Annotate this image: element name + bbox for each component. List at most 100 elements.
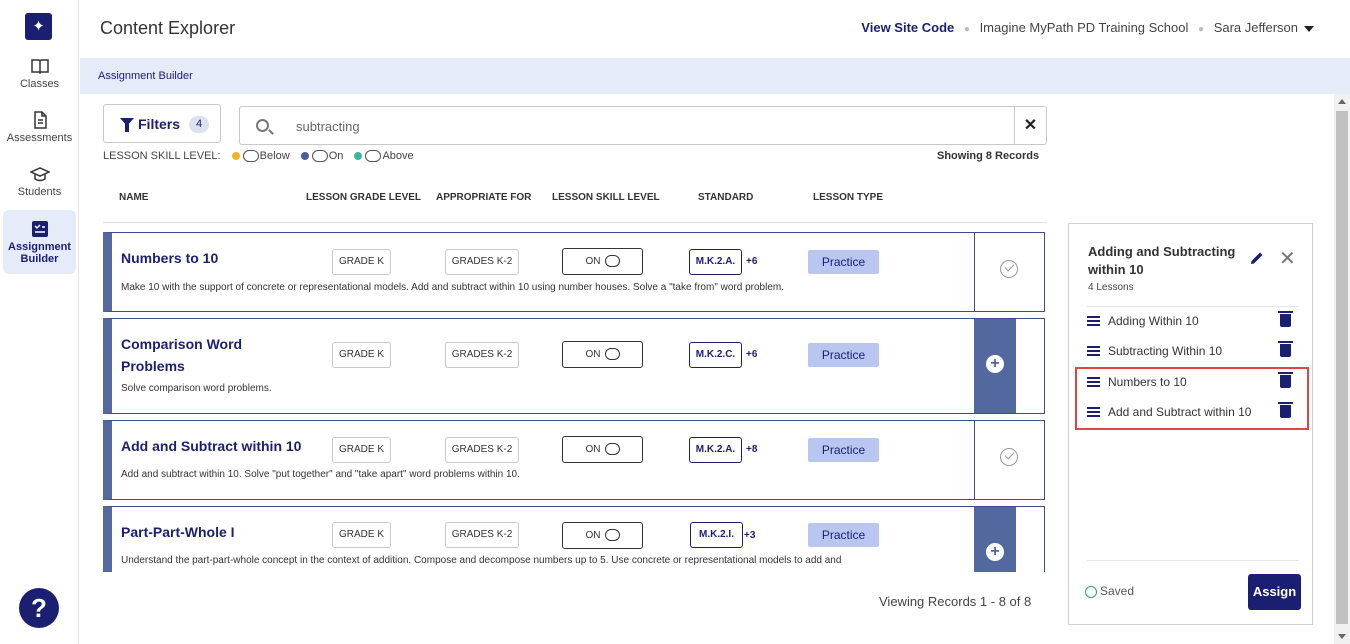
lesson-description: Add and subtract within 10. Solve "put t… <box>121 469 520 480</box>
saved-label: Saved <box>1100 584 1135 598</box>
lesson-name[interactable]: Numbers to 10 <box>121 247 218 269</box>
check-circle-icon <box>1000 260 1018 278</box>
column-header-name[interactable]: NAME <box>119 192 148 203</box>
column-header-type[interactable]: LESSON TYPE <box>813 192 883 203</box>
appropriate-chip: GRADES K-2 <box>445 437 519 463</box>
divider <box>103 222 1047 223</box>
sidebar: ✦ Classes Assessments Students Assignmen… <box>0 0 79 644</box>
lesson-card[interactable]: Add and Subtract within 10 GRADE K GRADE… <box>103 420 1045 500</box>
sidebar-item-classes[interactable]: Classes <box>3 57 76 95</box>
record-count: Showing 8 Records <box>937 150 1040 162</box>
below-dot <box>231 152 240 161</box>
standard-chip[interactable]: M.K.2.A. <box>689 249 742 275</box>
lesson-card[interactable]: Part-Part-Whole I GRADE K GRADES K-2 ON … <box>103 506 1045 572</box>
gauge-high-icon <box>365 150 382 163</box>
sidebar-item-label: Assessments <box>6 132 73 144</box>
lesson-name[interactable]: Add and Subtract within 10 <box>121 435 301 457</box>
appropriate-chip: GRADES K-2 <box>445 522 519 548</box>
close-icon[interactable]: ✕ <box>1279 246 1296 271</box>
drag-handle-icon[interactable] <box>1087 346 1100 356</box>
standard-chip[interactable]: M.K.2.A. <box>689 437 742 463</box>
legend-on: On <box>328 150 344 162</box>
lesson-type-badge: Practice <box>808 250 879 274</box>
search-box: ✕ <box>239 106 1047 145</box>
gauge-mid-icon <box>604 443 620 456</box>
more-standards[interactable]: +6 <box>746 349 757 360</box>
skill-label: ON <box>585 256 601 267</box>
lesson-name[interactable]: Comparison Word Problems <box>121 333 291 377</box>
check-circle-icon <box>1000 448 1018 466</box>
skill-label: ON <box>585 444 601 455</box>
header-links: View Site Code ● Imagine MyPath PD Train… <box>861 20 1314 35</box>
check-circle-icon <box>1085 585 1097 598</box>
sidebar-item-students[interactable]: Students <box>3 165 76 203</box>
breadcrumb: Assignment Builder <box>80 58 1350 94</box>
divider <box>1087 560 1299 561</box>
scrollbar-thumb[interactable] <box>1336 111 1348 624</box>
column-header-grade[interactable]: LESSON GRADE LEVEL <box>306 192 421 203</box>
user-name: Sara Jefferson <box>1213 20 1298 35</box>
sidebar-item-assessments[interactable]: Assessments <box>3 111 76 149</box>
filters-button[interactable]: Filters 4 <box>103 104 221 143</box>
graduation-cap-icon <box>29 167 50 182</box>
legend-below: Below <box>259 150 290 162</box>
saved-status: Saved <box>1085 584 1134 598</box>
lesson-description: Understand the part-part-whole concept i… <box>121 555 842 566</box>
added-indicator <box>974 421 1044 499</box>
grade-chip: GRADE K <box>332 437 391 463</box>
appropriate-chip: GRADES K-2 <box>445 249 519 275</box>
column-header-appropriate[interactable]: APPROPRIATE FOR <box>436 192 531 203</box>
add-lesson-button[interactable]: + <box>974 319 1016 413</box>
trash-icon[interactable] <box>1278 311 1293 327</box>
more-standards[interactable]: +3 <box>744 530 755 541</box>
lesson-name[interactable]: Part-Part-Whole I <box>121 521 235 543</box>
sidebar-item-label: Classes <box>19 78 60 90</box>
lesson-type-badge: Practice <box>808 438 879 462</box>
pagination-status: Viewing Records 1 - 8 of 8 <box>879 594 1032 609</box>
gauge-mid-icon <box>604 348 620 361</box>
list-item-label: Subtracting Within 10 <box>1108 344 1223 358</box>
assignment-panel: Adding and Subtracting within 10 4 Lesso… <box>1068 223 1313 625</box>
column-header-standard[interactable]: STANDARD <box>698 192 753 203</box>
trash-icon[interactable] <box>1278 341 1293 357</box>
lesson-type-badge: Practice <box>808 343 879 367</box>
column-header-skill[interactable]: LESSON SKILL LEVEL <box>552 192 660 203</box>
scroll-down-icon[interactable] <box>1338 634 1346 639</box>
pencil-icon[interactable] <box>1250 251 1264 265</box>
drag-handle-icon[interactable] <box>1087 316 1100 326</box>
standard-chip[interactable]: M.K.2.I. <box>690 522 743 548</box>
list-item[interactable]: Adding Within 10 <box>1087 306 1299 336</box>
search-icon <box>256 119 269 132</box>
lesson-description: Make 10 with the support of concrete or … <box>121 282 785 293</box>
assign-button[interactable]: Assign <box>1248 574 1301 610</box>
gauge-mid-icon <box>604 255 620 268</box>
grade-chip: GRADE K <box>332 249 391 275</box>
help-button[interactable]: ? <box>19 588 59 628</box>
separator-dot: ● <box>963 24 970 35</box>
view-site-code-link[interactable]: View Site Code <box>861 20 954 35</box>
more-standards[interactable]: +6 <box>746 256 757 267</box>
scroll-up-icon[interactable] <box>1338 99 1346 104</box>
skill-chip: ON <box>562 436 643 463</box>
clear-search-button[interactable]: ✕ <box>1014 107 1046 144</box>
header: Content Explorer View Site Code ● Imagin… <box>80 0 1350 58</box>
on-dot <box>300 152 309 161</box>
sidebar-item-assignment-builder[interactable]: Assignment Builder <box>3 210 76 274</box>
legend-above: Above <box>382 150 414 162</box>
plus-icon: + <box>986 543 1004 561</box>
list-item[interactable]: Subtracting Within 10 <box>1087 336 1299 366</box>
standard-chip[interactable]: M.K.2.C. <box>689 342 742 368</box>
search-input[interactable] <box>296 116 996 136</box>
user-menu[interactable]: Sara Jefferson <box>1214 20 1314 35</box>
sparkle-icon[interactable]: ✦ <box>25 13 52 40</box>
add-lesson-button[interactable]: + <box>974 507 1016 572</box>
scrollbar[interactable] <box>1334 94 1350 644</box>
checklist-icon <box>31 221 48 237</box>
lesson-card[interactable]: Numbers to 10 GRADE K GRADES K-2 ON M.K.… <box>103 232 1045 312</box>
lesson-card[interactable]: Comparison Word Problems GRADE K GRADES … <box>103 318 1045 414</box>
more-standards[interactable]: +8 <box>746 444 757 455</box>
skill-chip: ON <box>562 522 643 549</box>
breadcrumb-item[interactable]: Assignment Builder <box>98 70 193 82</box>
gauge-mid-icon <box>604 529 620 542</box>
sidebar-item-label: Students <box>17 186 62 198</box>
